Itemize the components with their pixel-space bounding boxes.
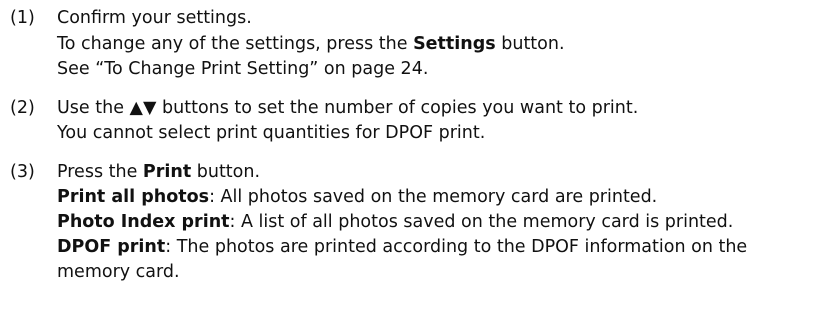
photo-index-print-term: Photo Index print <box>57 212 230 232</box>
arrow-buttons-icon: ▲▼ <box>129 98 157 118</box>
step-line: memory card. <box>57 262 180 282</box>
step-line: To change any of the settings, press the… <box>57 34 565 54</box>
settings-button-label: Settings <box>413 34 496 54</box>
print-button-label: Print <box>142 162 192 182</box>
step-line: See “To Change Print Setting” on page 24… <box>57 59 429 79</box>
step-number: (2) <box>10 98 35 118</box>
step-line: Photo Index print: A list of all photos … <box>57 212 734 232</box>
step-number: (1) <box>10 8 35 28</box>
step-line: DPOF print: The photos are printed accor… <box>57 237 748 257</box>
print-all-photos-term: Print all photos <box>57 187 210 207</box>
step-number: (3) <box>10 162 35 182</box>
dpof-print-term: DPOF print <box>57 237 166 257</box>
step-line: You cannot select print quantities for D… <box>57 123 486 143</box>
instruction-page: (1) Confirm your settings. To change any… <box>0 0 830 315</box>
step-line: Confirm your settings. <box>57 8 252 28</box>
step-line: Print all photos: All photos saved on th… <box>57 187 658 207</box>
step-line: Use the ▲▼ buttons to set the number of … <box>57 98 639 118</box>
step-line: Press the Print button. <box>57 162 261 182</box>
